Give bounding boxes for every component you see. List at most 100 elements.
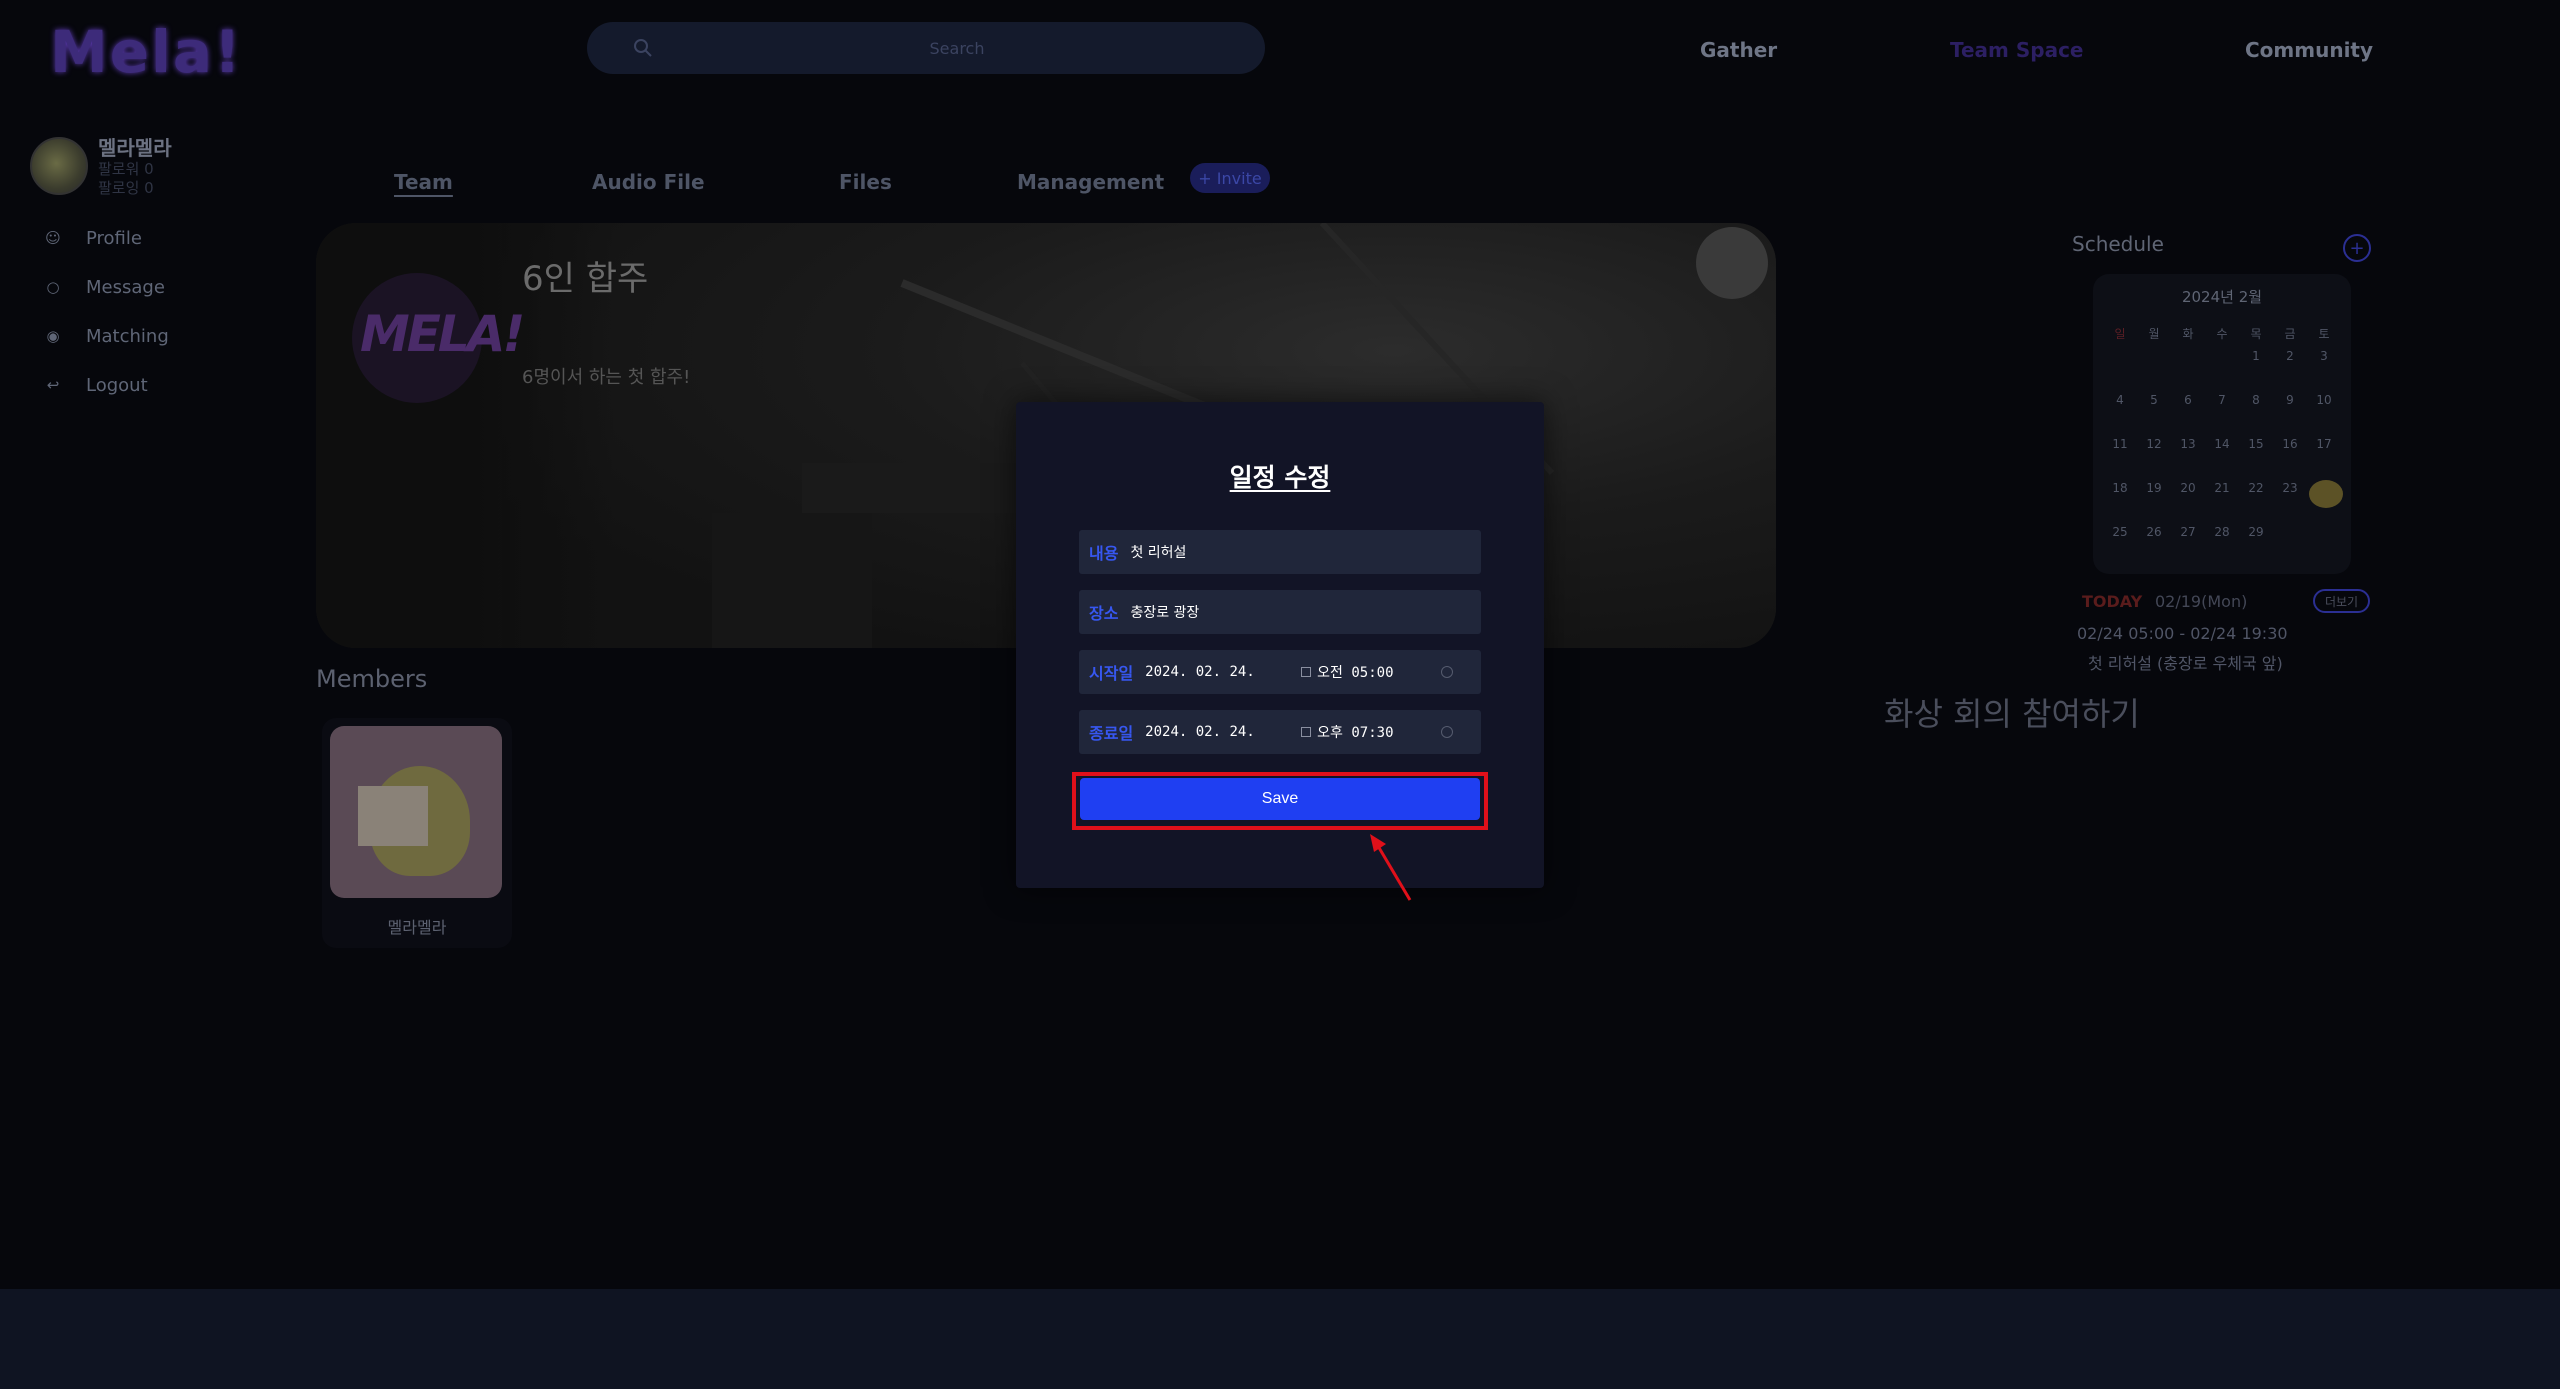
- page: Mela! Gather Team Space Community 멜라멜라 팔…: [0, 0, 2560, 1389]
- invite-button[interactable]: + Invite: [1190, 163, 1270, 193]
- content-label: 내용: [1089, 544, 1119, 563]
- calendar-day[interactable]: 1: [2239, 346, 2273, 390]
- calendar-day[interactable]: 29: [2239, 522, 2273, 566]
- team-description: 6명이서 하는 첫 합주!: [522, 367, 691, 388]
- members-title: Members: [316, 665, 428, 693]
- sidebar-item-matching[interactable]: ◉ Matching: [42, 321, 168, 351]
- calendar-day[interactable]: 21: [2205, 478, 2239, 522]
- sidebar-item-logout[interactable]: ↩ Logout: [42, 370, 148, 400]
- logout-icon: ↩: [46, 376, 60, 394]
- event-time: 02/24 05:00 - 02/24 19:30: [2077, 624, 2288, 643]
- calendar-day[interactable]: 16: [2273, 434, 2307, 478]
- tab-management[interactable]: Management: [1017, 170, 1164, 194]
- matching-icon: ◉: [46, 327, 60, 345]
- start-time-value: 오전 05:00: [1317, 665, 1394, 681]
- place-input[interactable]: [1130, 604, 1431, 620]
- calendar-day: [2171, 346, 2205, 390]
- calendar-day: [2273, 522, 2307, 566]
- search-input[interactable]: [677, 22, 1237, 74]
- tab-audio-file[interactable]: Audio File: [592, 170, 705, 194]
- calendar-day[interactable]: 10: [2307, 390, 2341, 434]
- sidebar-item-label: Logout: [86, 374, 148, 396]
- calendar-day[interactable]: 23: [2273, 478, 2307, 522]
- calendar-day[interactable]: 15: [2239, 434, 2273, 478]
- content-input[interactable]: [1130, 544, 1431, 560]
- calendar: 2024년 2월 일 월 화 수 목 금 토 1 2 3 4 5 6 7 8 9 10 11 12 13 14 15 16 1…: [2093, 274, 2351, 574]
- content-field: 내용: [1079, 530, 1481, 574]
- sidebar-item-profile[interactable]: ☺ Profile: [42, 223, 142, 253]
- place-label: 장소: [1089, 604, 1119, 623]
- member-photo-note: [358, 786, 428, 846]
- calendar-day: [2103, 346, 2137, 390]
- member-name: 멜라멜라: [387, 918, 447, 937]
- start-label: 시작일: [1089, 664, 1134, 683]
- nav-community[interactable]: Community: [2245, 38, 2373, 62]
- calendar-day[interactable]: 4: [2103, 390, 2137, 434]
- add-schedule-button[interactable]: +: [2343, 234, 2371, 262]
- calendar-day[interactable]: 14: [2205, 434, 2239, 478]
- edit-schedule-modal: 일정 수정 내용 장소 시작일 2024. 02. 24. 오전 05:00 종…: [1016, 402, 1544, 888]
- end-time-input[interactable]: 오후 07:30: [1301, 722, 1441, 742]
- calendar-day[interactable]: 5: [2137, 390, 2171, 434]
- calendar-day[interactable]: 20: [2171, 478, 2205, 522]
- calendar-day[interactable]: 7: [2205, 390, 2239, 434]
- video-meeting-link[interactable]: 화상 회의 참여하기: [1884, 689, 2140, 735]
- clock-icon[interactable]: [1441, 666, 1454, 678]
- tab-team[interactable]: Team: [394, 170, 453, 194]
- calendar-weekday: 일: [2114, 327, 2126, 341]
- calendar-day: [2205, 346, 2239, 390]
- sidebar-item-label: Message: [86, 276, 165, 298]
- calendar-day[interactable]: 6: [2171, 390, 2205, 434]
- calendar-day[interactable]: 13: [2171, 434, 2205, 478]
- calendar-weekday: 금: [2284, 327, 2296, 341]
- calendar-day[interactable]: 3: [2307, 346, 2341, 390]
- nav-team-space[interactable]: Team Space: [1950, 38, 2084, 62]
- calendar-day[interactable]: 25: [2103, 522, 2137, 566]
- calendar-day: [2137, 346, 2171, 390]
- event-title[interactable]: 첫 리허설 (충장로 우체국 앞): [2088, 650, 2283, 674]
- end-date-input[interactable]: 2024. 02. 24.: [1145, 724, 1301, 740]
- start-date-input[interactable]: 2024. 02. 24.: [1145, 664, 1301, 680]
- calendar-day[interactable]: 26: [2137, 522, 2171, 566]
- modal-title: 일정 수정: [1229, 463, 1331, 492]
- event-day-marker: [2309, 480, 2343, 508]
- calendar-day[interactable]: 27: [2171, 522, 2205, 566]
- today-label: TODAY: [2082, 592, 2143, 611]
- tab-files[interactable]: Files: [839, 170, 892, 194]
- sidebar-item-message[interactable]: ○ Message: [42, 272, 165, 302]
- pointer-arrow: [1370, 834, 1412, 901]
- calendar-icon[interactable]: [1301, 727, 1312, 737]
- start-field: 시작일 2024. 02. 24. 오전 05:00: [1079, 650, 1481, 694]
- calendar-icon[interactable]: [1301, 667, 1312, 677]
- calendar-day[interactable]: 22: [2239, 478, 2273, 522]
- calendar-day[interactable]: 17: [2307, 434, 2341, 478]
- calendar-weekday: 월: [2148, 327, 2160, 341]
- calendar-day[interactable]: 9: [2273, 390, 2307, 434]
- calendar-weekday: 화: [2182, 327, 2194, 341]
- place-field: 장소: [1079, 590, 1481, 634]
- start-time-input[interactable]: 오전 05:00: [1301, 662, 1441, 682]
- calendar-day[interactable]: 19: [2137, 478, 2171, 522]
- more-button[interactable]: 더보기: [2313, 589, 2370, 613]
- calendar-day[interactable]: 2: [2273, 346, 2307, 390]
- calendar-day[interactable]: 11: [2103, 434, 2137, 478]
- follower-count: 팔로워 0: [98, 160, 154, 178]
- footer: [0, 1289, 2560, 1389]
- calendar-day[interactable]: 8: [2239, 390, 2273, 434]
- calendar-weekday: 목: [2250, 327, 2262, 341]
- calendar-day[interactable]: 28: [2205, 522, 2239, 566]
- app-logo[interactable]: Mela!: [50, 18, 243, 86]
- avatar[interactable]: [30, 137, 88, 195]
- calendar-day[interactable]: 18: [2103, 478, 2137, 522]
- member-card[interactable]: 멜라멜라: [322, 718, 512, 948]
- end-field: 종료일 2024. 02. 24. 오후 07:30: [1079, 710, 1481, 754]
- chat-icon: ○: [46, 278, 60, 296]
- clock-icon[interactable]: [1441, 726, 1454, 738]
- save-button[interactable]: Save: [1080, 778, 1480, 820]
- nav-gather[interactable]: Gather: [1700, 38, 1777, 62]
- calendar-day[interactable]: 12: [2137, 434, 2171, 478]
- search-bar: [587, 22, 1265, 74]
- calendar-weekday: 토: [2318, 327, 2330, 341]
- team-logo: MELA!: [352, 273, 525, 403]
- calendar-day[interactable]: [2307, 478, 2343, 522]
